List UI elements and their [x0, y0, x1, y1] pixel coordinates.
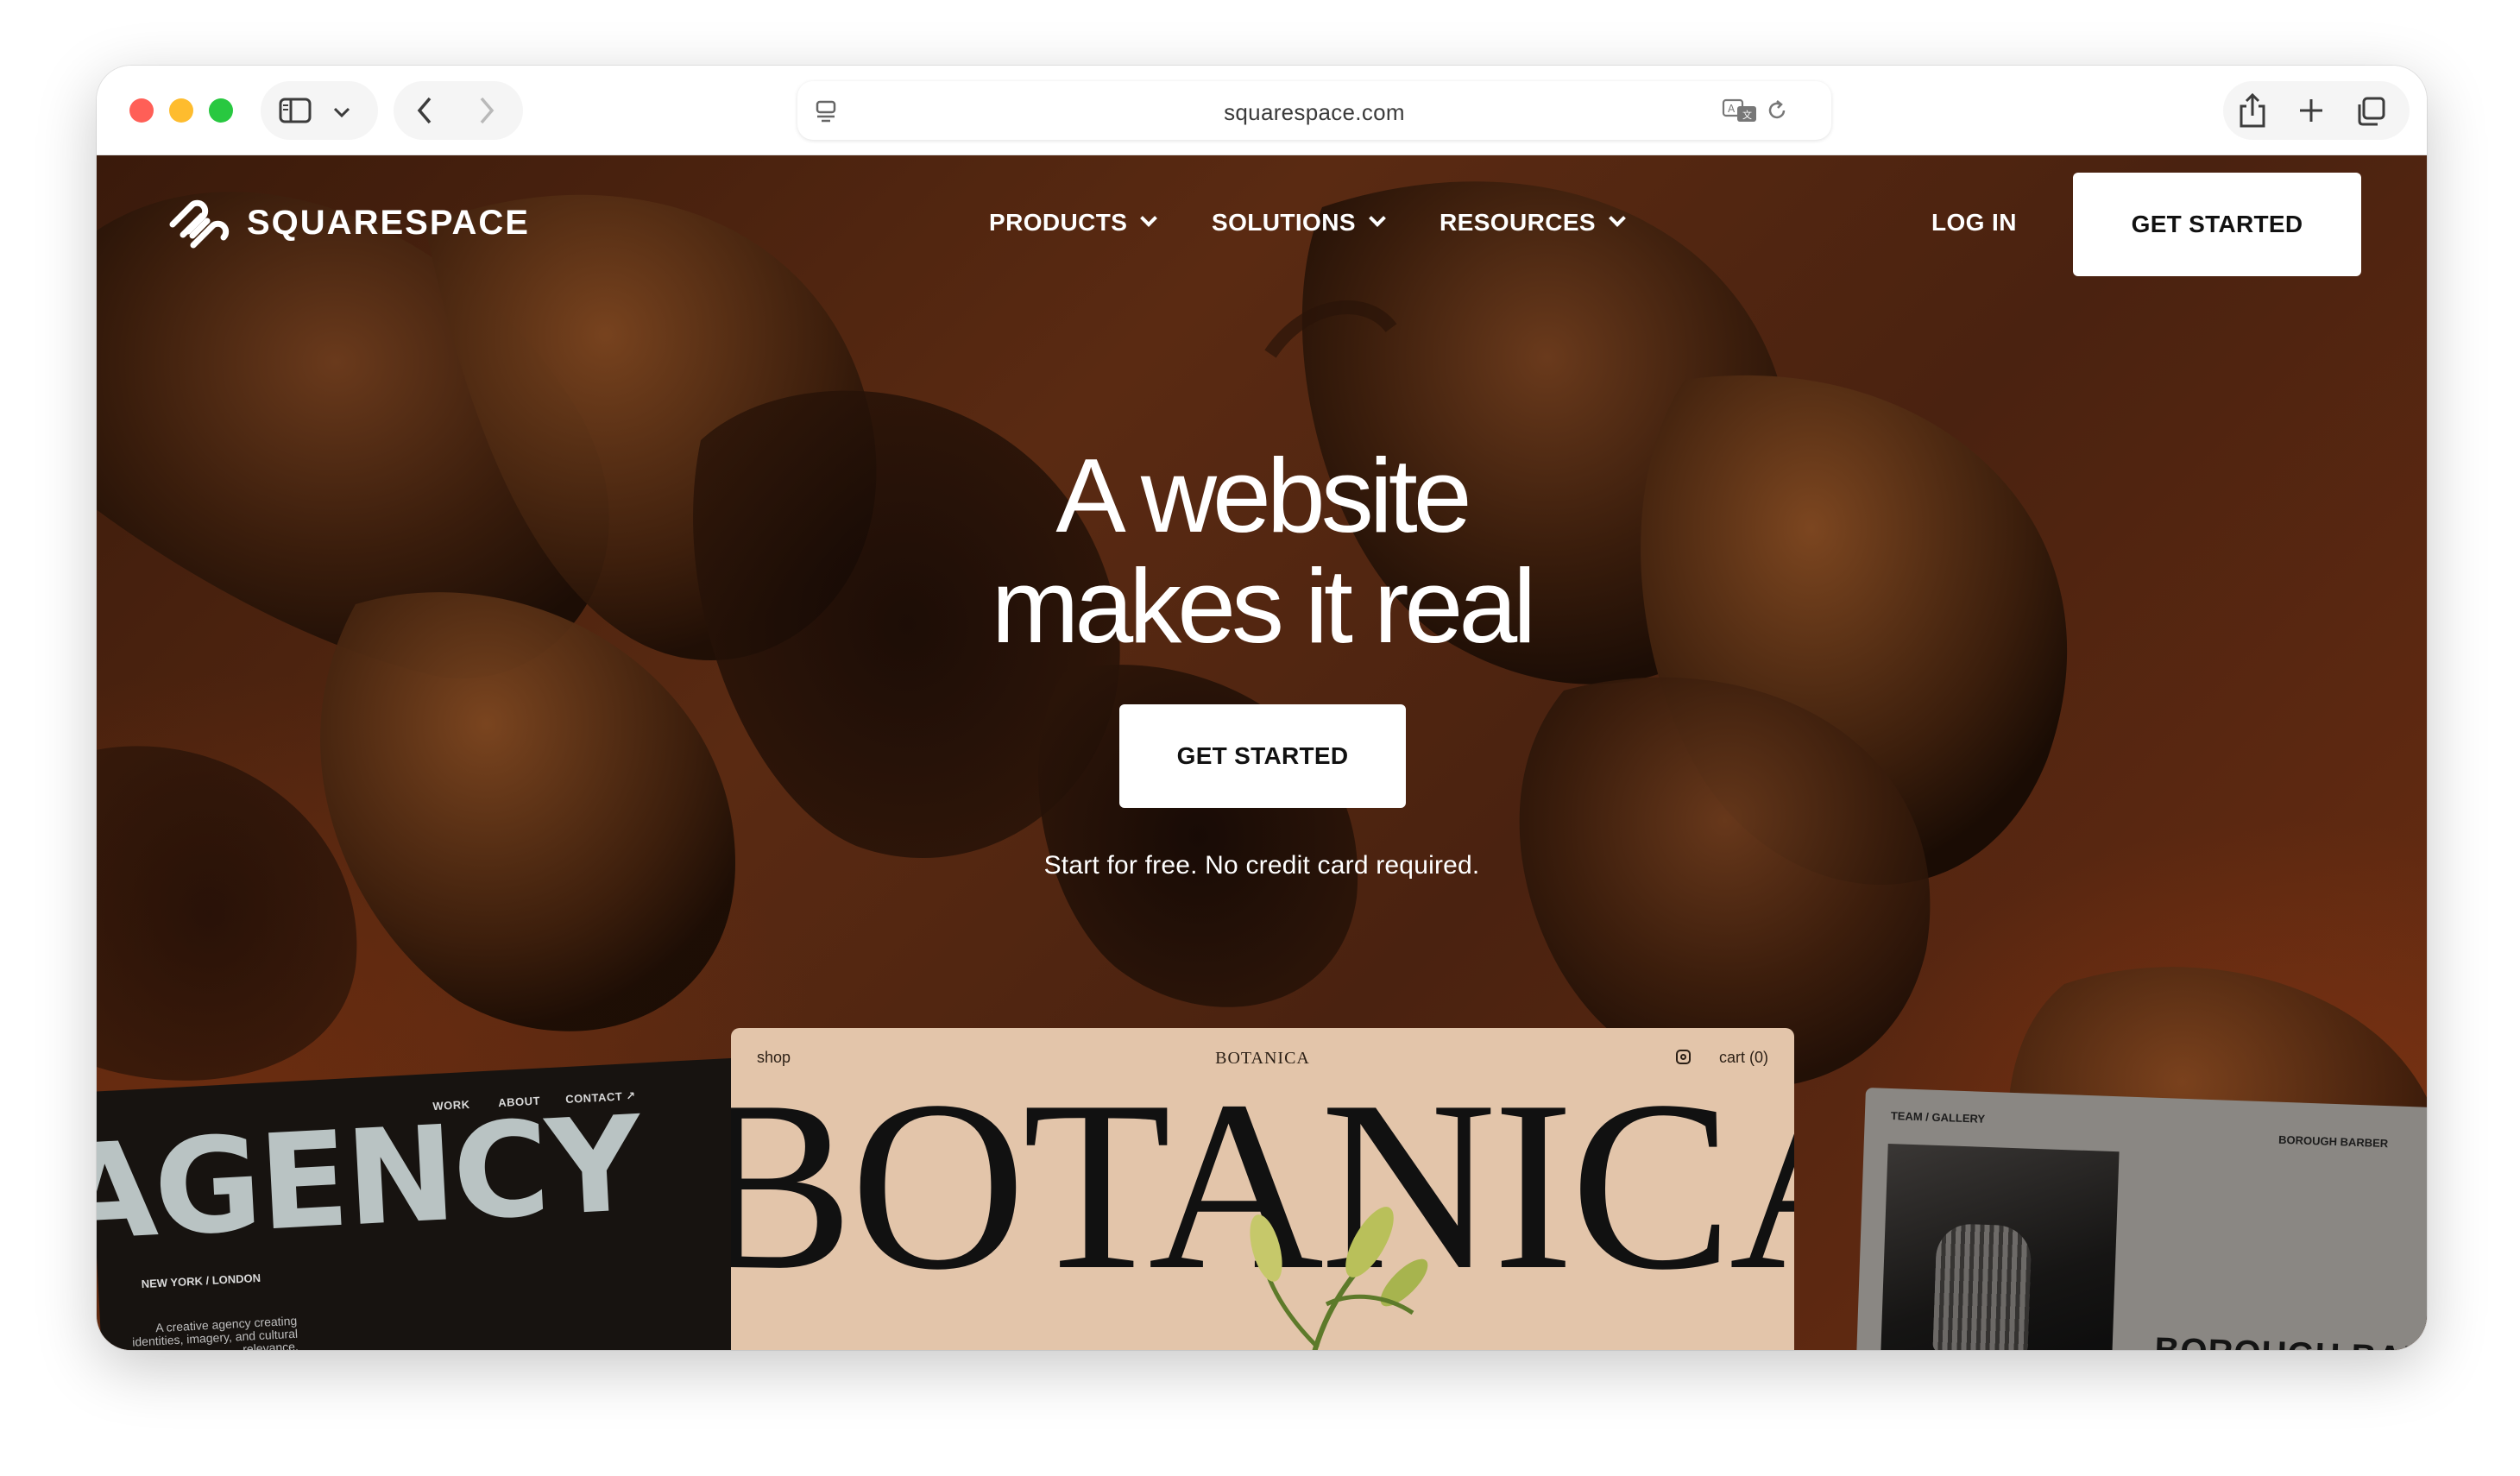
nav-resources[interactable]: RESOURCES: [1440, 209, 1626, 237]
agency-location: NEW YORK / LONDON: [141, 1271, 261, 1291]
translate-icon[interactable]: A文: [1721, 97, 1759, 124]
barber-title: BOROUGH BAR: [2154, 1331, 2427, 1350]
url-text: squarespace.com: [1224, 99, 1405, 125]
squarespace-logo[interactable]: SQUARESPACE: [164, 195, 530, 250]
web-page: SQUARESPACE PRODUCTS SOLUTIONS RESOURCES…: [97, 155, 2427, 1350]
chevron-down-icon: [1609, 210, 1626, 227]
barber-template-preview[interactable]: TEAM / GALLERY BOROUGH BARBER BOROUGH BA…: [1855, 1088, 2427, 1350]
nav-solutions[interactable]: SOLUTIONS: [1212, 209, 1386, 237]
login-link[interactable]: LOG IN: [1931, 209, 2017, 237]
login-label: LOG IN: [1931, 209, 2017, 236]
minimize-window-button[interactable]: [169, 98, 193, 123]
agency-tagline: A creative agency creating identities, i…: [131, 1313, 299, 1350]
agency-template-preview[interactable]: WORK ABOUT CONTACT ↗ AGENCY NEW YORK / L…: [97, 1057, 767, 1350]
hero-headline: A website makes it real: [97, 440, 2427, 661]
barber-photo: [1880, 1143, 2120, 1350]
svg-text:文: 文: [1742, 109, 1752, 121]
barber-brand: BOROUGH BARBER: [2277, 1132, 2389, 1151]
browser-window: squarespace.com A文 SQUARESPACE PRODUCTS …: [97, 66, 2427, 1350]
agency-title: AGENCY: [97, 1087, 643, 1271]
nav-products-label: PRODUCTS: [989, 209, 1128, 236]
browser-toolbar: squarespace.com A文: [97, 66, 2427, 155]
hero-subtext: Start for free. No credit card required.: [1043, 851, 1480, 880]
new-tab-icon[interactable]: [2296, 95, 2327, 126]
share-icon[interactable]: [2235, 91, 2270, 129]
barber-nav: TEAM / GALLERY: [1890, 1109, 1986, 1126]
address-bar[interactable]: squarespace.com A文: [797, 81, 1831, 140]
header-get-started-button[interactable]: GET STARTED: [2073, 173, 2361, 276]
hero-headline-line-2: makes it real: [991, 547, 1537, 665]
svg-text:A: A: [1728, 103, 1736, 115]
lily-flower-image: [1250, 1207, 1428, 1350]
hero-headline-line-1: A website: [1055, 437, 1471, 554]
tab-overview-icon[interactable]: [2354, 95, 2387, 128]
zoom-window-button[interactable]: [209, 98, 233, 123]
nav-products[interactable]: PRODUCTS: [989, 209, 1158, 237]
chevron-down-icon: [1140, 210, 1158, 227]
back-icon[interactable]: [411, 95, 438, 126]
chevron-down-icon: [1369, 210, 1386, 227]
sidebar-icon[interactable]: [278, 97, 312, 124]
nav-solutions-label: SOLUTIONS: [1212, 209, 1356, 236]
chevron-down-icon[interactable]: [331, 102, 352, 123]
forward-icon[interactable]: [473, 95, 501, 126]
botanica-template-preview[interactable]: shop BOTANICA cart (0) BOTANICA: [731, 1028, 1794, 1350]
logo-text: SQUARESPACE: [247, 203, 530, 242]
squarespace-logo-icon: [169, 199, 230, 249]
hero-get-started-button[interactable]: GET STARTED: [1119, 704, 1406, 808]
reload-icon[interactable]: [1764, 98, 1790, 123]
close-window-button[interactable]: [129, 98, 154, 123]
nav-resources-label: RESOURCES: [1440, 209, 1596, 236]
